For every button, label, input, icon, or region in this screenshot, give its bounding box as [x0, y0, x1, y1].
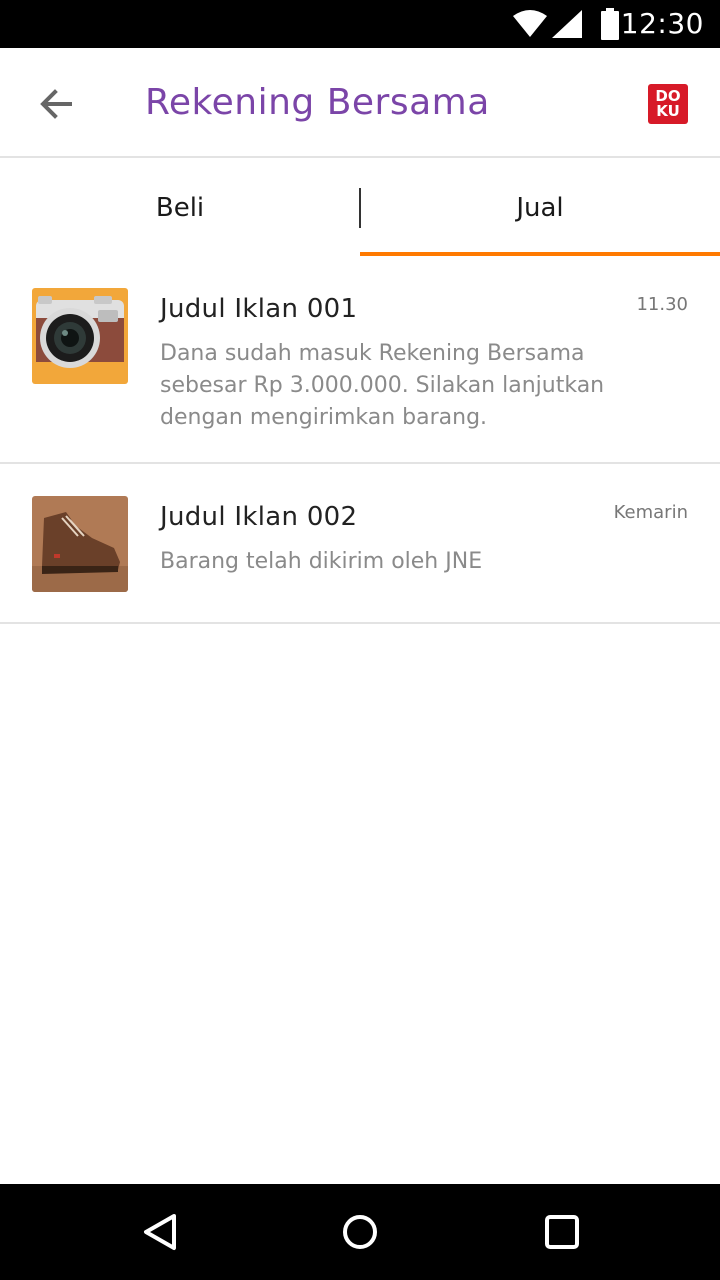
- nav-home-icon[interactable]: [340, 1212, 380, 1252]
- item-time: 11.30: [636, 294, 688, 315]
- page-title: Rekening Bersama: [145, 82, 490, 123]
- list-item[interactable]: Judul Iklan 002 Kemarin Barang telah dik…: [0, 464, 720, 624]
- wifi-icon: [513, 10, 547, 37]
- nav-recents-icon[interactable]: [542, 1212, 582, 1252]
- item-message: Barang telah dikirim oleh JNE: [160, 549, 483, 574]
- camera-thumbnail: [32, 288, 128, 384]
- camera-photo-icon: [32, 288, 128, 384]
- list-item[interactable]: Judul Iklan 001 11.30 Dana sudah masuk R…: [0, 256, 720, 464]
- shoe-photo-icon: [32, 496, 128, 592]
- shoe-thumbnail: [32, 496, 128, 592]
- item-message: Dana sudah masuk Rekening Bersama sebesa…: [160, 341, 605, 430]
- item-title: Judul Iklan 001: [160, 294, 358, 324]
- nav-back-icon[interactable]: [140, 1212, 180, 1252]
- tab-beli[interactable]: Beli: [0, 160, 360, 256]
- transaction-list: Judul Iklan 001 11.30 Dana sudah masuk R…: [0, 256, 720, 624]
- tab-bar: Beli Jual: [0, 160, 720, 256]
- system-nav-bar: [0, 1184, 720, 1280]
- status-time: 12:30: [620, 7, 704, 40]
- back-arrow-icon[interactable]: [36, 86, 76, 122]
- tab-jual[interactable]: Jual: [360, 160, 720, 256]
- app-bar: Rekening Bersama DO KU: [0, 48, 720, 158]
- item-title: Judul Iklan 002: [160, 502, 358, 532]
- doku-logo-bottom: KU: [656, 102, 680, 120]
- signal-icon: [552, 10, 582, 38]
- status-bar: 12:30: [0, 0, 720, 48]
- item-time: Kemarin: [613, 502, 688, 523]
- doku-logo[interactable]: DO KU: [648, 84, 688, 124]
- battery-icon: [601, 8, 619, 40]
